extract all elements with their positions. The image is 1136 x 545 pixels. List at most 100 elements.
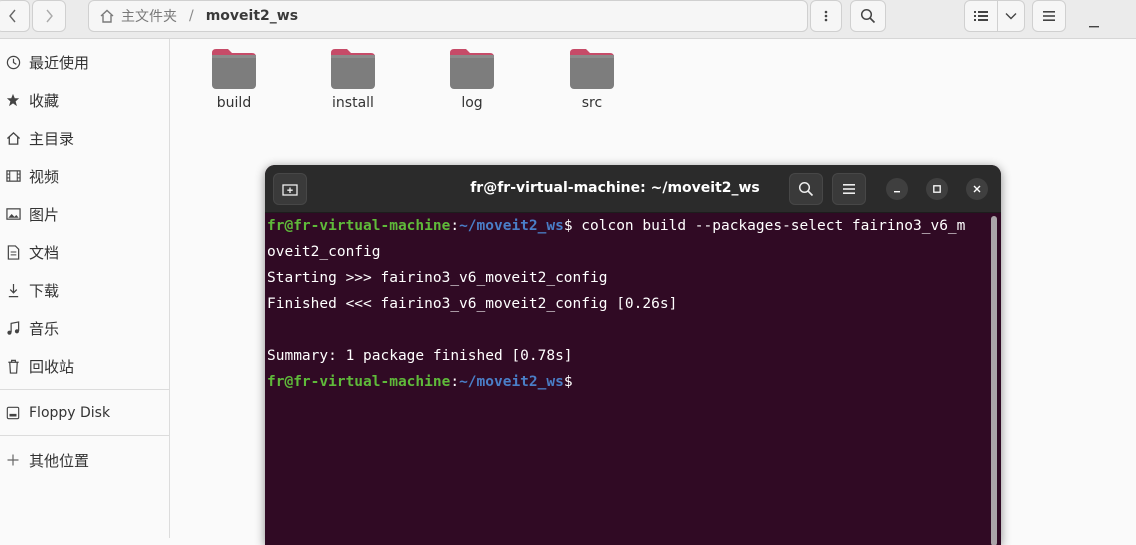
terminal-search-button[interactable] bbox=[789, 173, 823, 205]
sidebar-item-label: 主目录 bbox=[29, 129, 75, 148]
home-icon bbox=[100, 9, 114, 23]
folder-name: build bbox=[216, 95, 252, 111]
sidebar-item-trash[interactable]: 回收站 bbox=[0, 349, 169, 383]
sidebar-item-label: 下载 bbox=[29, 281, 60, 300]
view-list-button[interactable] bbox=[964, 0, 998, 32]
terminal-line: Summary: 1 package finished [0.78s] bbox=[267, 348, 573, 364]
terminal-scrollbar[interactable] bbox=[991, 216, 997, 545]
sidebar-item-home[interactable]: 主目录 bbox=[0, 121, 169, 155]
prompt-colon: : bbox=[450, 374, 460, 390]
new-tab-button[interactable] bbox=[273, 173, 307, 205]
sidebar-item-music[interactable]: 音乐 bbox=[0, 311, 169, 345]
film-icon bbox=[5, 168, 21, 184]
path-home-crumb[interactable]: 主文件夹 bbox=[89, 6, 177, 26]
path-current-folder[interactable]: moveit2_ws bbox=[206, 8, 298, 24]
new-tab-icon bbox=[282, 184, 298, 196]
folder-item-log[interactable]: log bbox=[427, 47, 517, 121]
hamburger-menu-icon bbox=[1043, 11, 1055, 21]
prompt-path: ~/moveit2_ws bbox=[459, 218, 564, 234]
sidebar-item-label: 音乐 bbox=[29, 319, 60, 338]
music-icon bbox=[5, 320, 21, 336]
drive-icon bbox=[5, 405, 21, 421]
command-text: $ colcon build --packages-select fairino… bbox=[563, 218, 966, 234]
terminal-line: Starting >>> fairino3_v6_moveit2_config bbox=[267, 270, 608, 286]
folder-icon bbox=[450, 49, 494, 89]
path-separator: / bbox=[189, 8, 194, 24]
sidebar-item-label: 图片 bbox=[29, 205, 60, 224]
back-button[interactable] bbox=[0, 0, 30, 32]
folder-item-src[interactable]: src bbox=[547, 47, 637, 121]
sidebar-item-label: 视频 bbox=[29, 167, 60, 186]
main-menu-button[interactable] bbox=[1032, 0, 1066, 32]
terminal-maximize-button[interactable] bbox=[926, 178, 948, 200]
search-icon bbox=[860, 8, 876, 24]
terminal-window[interactable]: fr@fr-virtual-machine: ~/moveit2_ws fr@f… bbox=[265, 165, 1001, 545]
folder-icon bbox=[331, 49, 375, 89]
sidebar-item-label: 文档 bbox=[29, 243, 60, 262]
minimize-icon bbox=[894, 191, 900, 193]
folder-icon bbox=[570, 49, 614, 89]
path-home-label: 主文件夹 bbox=[121, 9, 177, 25]
prompt-user: fr@fr-virtual-machine bbox=[267, 218, 451, 234]
terminal-output[interactable]: fr@fr-virtual-machine:~/moveit2_ws$ colc… bbox=[267, 213, 987, 543]
search-icon bbox=[798, 181, 814, 197]
file-manager-headerbar: 主文件夹 / moveit2_ws bbox=[0, 0, 1136, 39]
sidebar-item-documents[interactable]: 文档 bbox=[0, 235, 169, 269]
sidebar-item-floppy-disk[interactable]: Floppy Disk bbox=[0, 396, 169, 430]
sidebar-item-pictures[interactable]: 图片 bbox=[0, 197, 169, 231]
sidebar-item-label: Floppy Disk bbox=[29, 405, 111, 421]
hamburger-menu-icon bbox=[843, 184, 855, 194]
image-icon bbox=[5, 206, 21, 222]
terminal-line: oveit2_config bbox=[267, 244, 381, 260]
terminal-title: fr@fr-virtual-machine: ~/moveit2_ws bbox=[470, 180, 760, 196]
sidebar-item-other-locations[interactable]: 其他位置 bbox=[0, 443, 169, 477]
sidebar-item-starred[interactable]: 收藏 bbox=[0, 83, 169, 117]
terminal-close-button[interactable] bbox=[966, 178, 988, 200]
minimize-button[interactable] bbox=[1088, 14, 1104, 28]
sidebar-item-label: 其他位置 bbox=[29, 451, 90, 470]
vertical-dots-icon bbox=[824, 10, 828, 22]
terminal-line: Finished <<< fairino3_v6_moveit2_config … bbox=[267, 296, 678, 312]
sidebar-item-label: 最近使用 bbox=[29, 53, 90, 72]
trash-icon bbox=[5, 358, 21, 374]
chevron-down-icon bbox=[1005, 13, 1017, 20]
sidebar: 最近使用 收藏 主目录 视频 图片 文档 下载 音乐 回收站 Floppy Di… bbox=[0, 39, 170, 538]
prompt-path: ~/moveit2_ws bbox=[459, 374, 564, 390]
terminal-menu-button[interactable] bbox=[832, 173, 866, 205]
sidebar-item-videos[interactable]: 视频 bbox=[0, 159, 169, 193]
terminal-line: fr@fr-virtual-machine:~/moveit2_ws$ colc… bbox=[267, 213, 987, 239]
star-icon bbox=[5, 92, 21, 108]
view-options-dropdown[interactable] bbox=[997, 0, 1025, 32]
prompt-user: fr@fr-virtual-machine bbox=[267, 374, 451, 390]
sidebar-item-recent[interactable]: 最近使用 bbox=[0, 45, 169, 79]
close-icon bbox=[973, 185, 981, 193]
maximize-icon bbox=[933, 185, 941, 193]
sidebar-item-label: 收藏 bbox=[29, 91, 60, 110]
path-bar[interactable]: 主文件夹 / moveit2_ws bbox=[88, 0, 808, 32]
folder-item-build[interactable]: build bbox=[189, 47, 279, 121]
sidebar-item-downloads[interactable]: 下载 bbox=[0, 273, 169, 307]
folder-name: install bbox=[332, 95, 374, 111]
home-icon bbox=[5, 130, 21, 146]
search-button[interactable] bbox=[850, 0, 886, 32]
clock-icon bbox=[5, 54, 21, 70]
sidebar-divider bbox=[0, 435, 169, 436]
document-icon bbox=[5, 244, 21, 260]
list-view-icon bbox=[974, 11, 988, 21]
folder-item-install[interactable]: install bbox=[308, 47, 398, 121]
folder-icon bbox=[212, 49, 256, 89]
chevron-left-icon bbox=[9, 9, 16, 23]
plus-icon bbox=[5, 452, 21, 468]
terminal-minimize-button[interactable] bbox=[886, 178, 908, 200]
forward-button[interactable] bbox=[32, 0, 66, 32]
terminal-titlebar[interactable]: fr@fr-virtual-machine: ~/moveit2_ws bbox=[265, 165, 1001, 213]
sidebar-item-label: 回收站 bbox=[29, 357, 75, 376]
folder-name: src bbox=[581, 95, 603, 111]
command-text: $ bbox=[563, 374, 573, 390]
sidebar-divider bbox=[0, 389, 169, 390]
path-menu-button[interactable] bbox=[810, 0, 842, 32]
download-icon bbox=[5, 282, 21, 298]
folder-name: log bbox=[461, 95, 483, 111]
prompt-colon: : bbox=[450, 218, 460, 234]
